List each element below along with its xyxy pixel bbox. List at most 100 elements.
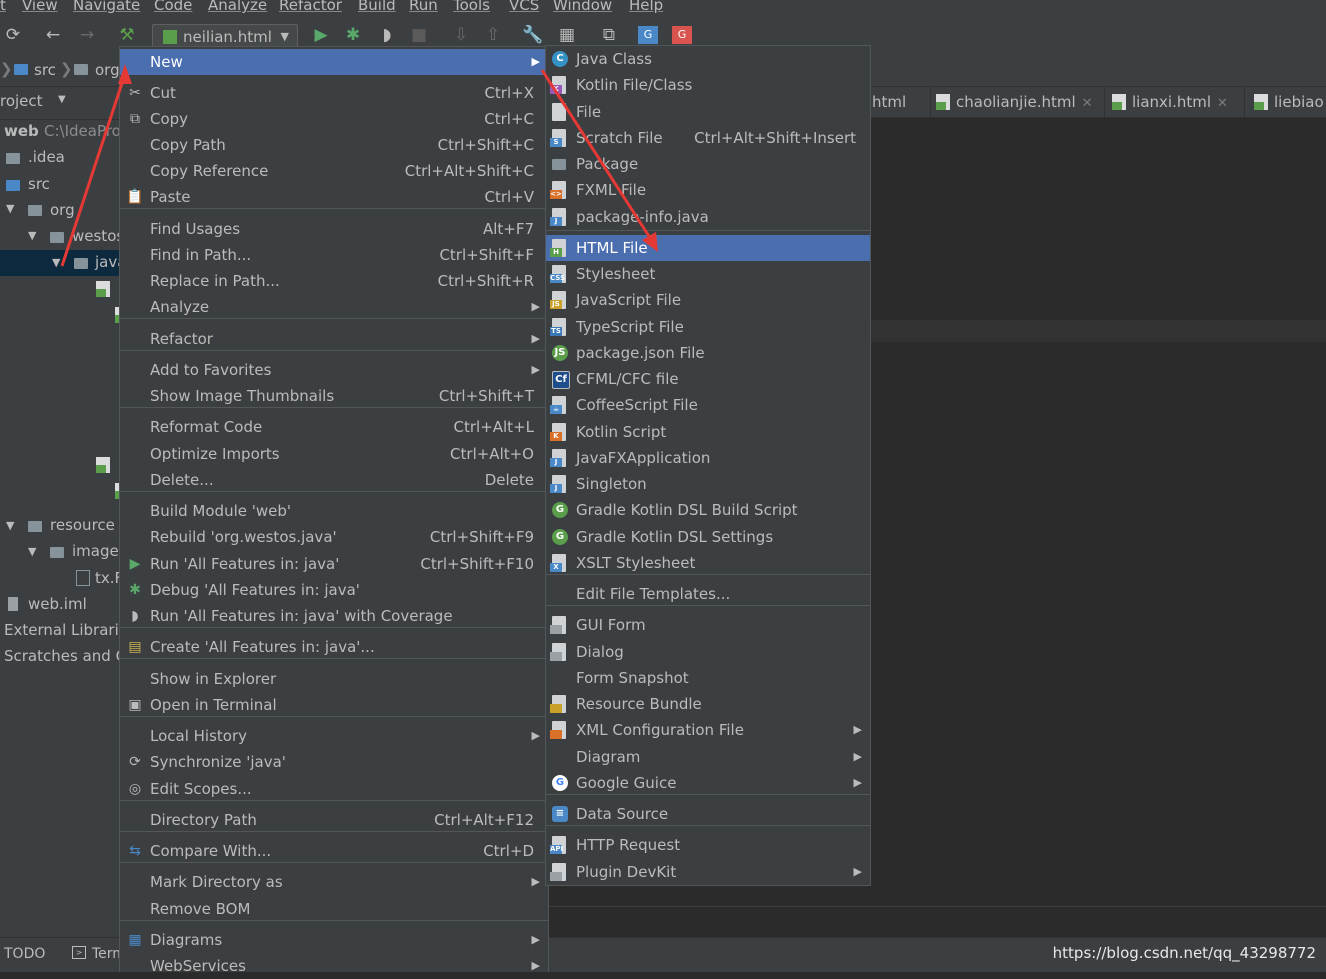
- close-icon[interactable]: ✕: [1217, 96, 1228, 111]
- chevron-down-icon[interactable]: ▼: [28, 545, 36, 558]
- menu-refactor[interactable]: Refactor: [279, 0, 342, 14]
- close-icon[interactable]: ✕: [1082, 96, 1093, 111]
- chevron-down-icon[interactable]: ▼: [6, 519, 14, 532]
- submenu-item-typescript-file[interactable]: TS TypeScript File: [546, 314, 870, 340]
- menu-item-directory-path[interactable]: Directory Path Ctrl+Alt+F12: [120, 807, 548, 833]
- menu-item-show-image-thumbnails[interactable]: Show Image Thumbnails Ctrl+Shift+T: [120, 383, 548, 409]
- menu-item-local-history[interactable]: Local History ▶: [120, 723, 548, 749]
- translate-alt-icon[interactable]: G: [672, 26, 692, 44]
- menu-item-remove-bom[interactable]: Remove BOM: [120, 896, 548, 922]
- coverage-icon[interactable]: ◗: [376, 24, 398, 46]
- menu-build[interactable]: Build: [358, 0, 396, 14]
- menu-tools-partial[interactable]: t: [0, 0, 6, 14]
- menu-item-paste[interactable]: 📋 Paste Ctrl+V: [120, 184, 548, 210]
- submenu-item-coffeescript-file[interactable]: ☕ CoffeeScript File: [546, 392, 870, 418]
- menu-item-copy[interactable]: ⧉ Copy Ctrl+C: [120, 106, 548, 132]
- menu-item-analyze[interactable]: Analyze ▶: [120, 294, 548, 320]
- menu-view[interactable]: View: [22, 0, 58, 14]
- menu-item-build-module-web[interactable]: Build Module 'web': [120, 498, 548, 524]
- wrench-icon[interactable]: 🔧: [522, 24, 544, 46]
- menu-code[interactable]: Code: [154, 0, 192, 14]
- menu-item-add-to-favorites[interactable]: Add to Favorites ▶: [120, 357, 548, 383]
- tab-lianxi[interactable]: lianxi.html ✕: [1108, 87, 1245, 117]
- submenu-item-data-source[interactable]: ≡ Data Source: [546, 801, 870, 827]
- submenu-item-form-snapshot[interactable]: Form Snapshot: [546, 665, 870, 691]
- menu-item-rebuild-org-westos-java[interactable]: Rebuild 'org.westos.java' Ctrl+Shift+F9: [120, 524, 548, 550]
- chevron-down-icon[interactable]: ▼: [58, 94, 66, 105]
- chevron-down-icon[interactable]: ▼: [52, 256, 60, 269]
- menu-item-optimize-imports[interactable]: Optimize Imports Ctrl+Alt+O: [120, 441, 548, 467]
- stop-icon[interactable]: ■: [408, 24, 430, 46]
- submenu-item-xslt-stylesheet[interactable]: X XSLT Stylesheet: [546, 550, 870, 576]
- menu-item-run-all-features-in-java[interactable]: ▶ Run 'All Features in: java' Ctrl+Shift+F…: [120, 551, 548, 577]
- menu-item-edit-scopes[interactable]: ◎ Edit Scopes...: [120, 776, 548, 802]
- html-file-icon[interactable]: [96, 281, 110, 297]
- menu-navigate[interactable]: Navigate: [73, 0, 140, 14]
- submenu-item-google-guice[interactable]: G Google Guice ▶: [546, 770, 870, 796]
- tree-root-web[interactable]: web: [4, 122, 39, 140]
- submenu-item-resource-bundle[interactable]: Resource Bundle: [546, 691, 870, 717]
- menu-run[interactable]: Run: [409, 0, 438, 14]
- submenu-item-gradle-kotlin-dsl-build-script[interactable]: G Gradle Kotlin DSL Build Script: [546, 497, 870, 523]
- tree-item-image[interactable]: image: [72, 542, 119, 560]
- chevron-down-icon[interactable]: ▼: [28, 229, 36, 242]
- html-file-icon[interactable]: [96, 457, 110, 473]
- todo-tool-button[interactable]: TODO: [4, 946, 45, 962]
- menu-item-synchronize-java[interactable]: ⟳ Synchronize 'java': [120, 749, 548, 775]
- run-icon[interactable]: ▶: [310, 24, 332, 46]
- menu-item-webservices[interactable]: WebServices ▶: [120, 953, 548, 979]
- project-panel-title[interactable]: roject: [0, 92, 43, 110]
- tab-html[interactable]: html: [868, 87, 931, 117]
- menu-help[interactable]: Help: [629, 0, 663, 14]
- menu-analyze[interactable]: Analyze: [208, 0, 267, 14]
- menu-window[interactable]: Window: [553, 0, 612, 14]
- vcs-update-icon[interactable]: ⇩: [450, 24, 472, 46]
- project-structure-icon[interactable]: ▦: [556, 24, 578, 46]
- submenu-item-xml-configuration-file[interactable]: XML Configuration File ▶: [546, 717, 870, 743]
- submenu-item-file[interactable]: File: [546, 99, 870, 125]
- tree-item-westos[interactable]: westos: [72, 227, 120, 245]
- menu-item-debug-all-features-in-java[interactable]: ✱ Debug 'All Features in: java': [120, 577, 548, 603]
- debug-icon[interactable]: ✱: [342, 24, 364, 46]
- submenu-item-gui-form[interactable]: GUI Form: [546, 612, 870, 638]
- tree-item-web-iml[interactable]: web.iml: [28, 595, 87, 613]
- submenu-item-package[interactable]: Package: [546, 151, 870, 177]
- menu-item-find-in-path[interactable]: Find in Path... Ctrl+Shift+F: [120, 242, 548, 268]
- menu-item-cut[interactable]: ✂ Cut Ctrl+X: [120, 80, 548, 106]
- tab-chaolianjie[interactable]: chaolianjie.html ✕: [932, 87, 1105, 117]
- submenu-item-html-file[interactable]: H HTML File: [546, 235, 870, 261]
- menu-item-compare-with[interactable]: ⇆ Compare With... Ctrl+D: [120, 838, 548, 864]
- submenu-item-stylesheet[interactable]: CSS Stylesheet: [546, 261, 870, 287]
- build-hammer-icon[interactable]: ⚒: [116, 24, 138, 46]
- tree-item-src[interactable]: src: [28, 175, 50, 193]
- tab-liebiao[interactable]: liebiao: [1250, 87, 1326, 117]
- translate-icon[interactable]: G: [638, 26, 658, 44]
- tree-item-tx[interactable]: tx.F: [95, 569, 120, 587]
- submenu-item-kotlin-file-class[interactable]: K Kotlin File/Class: [546, 72, 870, 98]
- menu-item-show-in-explorer[interactable]: Show in Explorer: [120, 666, 548, 692]
- tree-item-org[interactable]: org: [50, 201, 75, 219]
- tree-item-external-libraries[interactable]: External Librarie: [4, 621, 120, 639]
- sdk-icon[interactable]: ⧉: [598, 24, 620, 46]
- tree-item-idea[interactable]: .idea: [28, 148, 65, 166]
- menu-item-create-all-features-in-java[interactable]: ▤ Create 'All Features in: java'...: [120, 634, 548, 660]
- submenu-item-singleton[interactable]: J Singleton: [546, 471, 870, 497]
- breadcrumb-src[interactable]: src: [34, 61, 56, 79]
- editor-area[interactable]: [868, 118, 1326, 908]
- submenu-item-http-request[interactable]: API HTTP Request: [546, 832, 870, 858]
- menu-item-new[interactable]: New ▶: [120, 49, 548, 75]
- submenu-item-javascript-file[interactable]: JS JavaScript File: [546, 287, 870, 313]
- submenu-item-cfml-cfc-file[interactable]: Cf CFML/CFC file: [546, 366, 870, 392]
- menu-item-mark-directory-as[interactable]: Mark Directory as ▶: [120, 869, 548, 895]
- chevron-down-icon[interactable]: ▼: [6, 202, 14, 215]
- tree-item-scratches[interactable]: Scratches and C: [4, 647, 120, 665]
- submenu-item-package-info-java[interactable]: Jpackage-info.java: [546, 204, 870, 230]
- menu-item-find-usages[interactable]: Find Usages Alt+F7: [120, 216, 548, 242]
- menu-item-replace-in-path[interactable]: Replace in Path... Ctrl+Shift+R: [120, 268, 548, 294]
- submenu-item-edit-file-templates[interactable]: Edit File Templates...: [546, 581, 870, 607]
- menu-item-run-all-features-in-java-with-coverage[interactable]: ◗ Run 'All Features in: java' with Covera…: [120, 603, 548, 629]
- submenu-item-dialog[interactable]: Dialog: [546, 639, 870, 665]
- menu-item-delete[interactable]: Delete... Delete: [120, 467, 548, 493]
- breadcrumb-org[interactable]: org: [95, 61, 120, 79]
- submenu-item-scratch-file[interactable]: S Scratch File Ctrl+Alt+Shift+Insert: [546, 125, 870, 151]
